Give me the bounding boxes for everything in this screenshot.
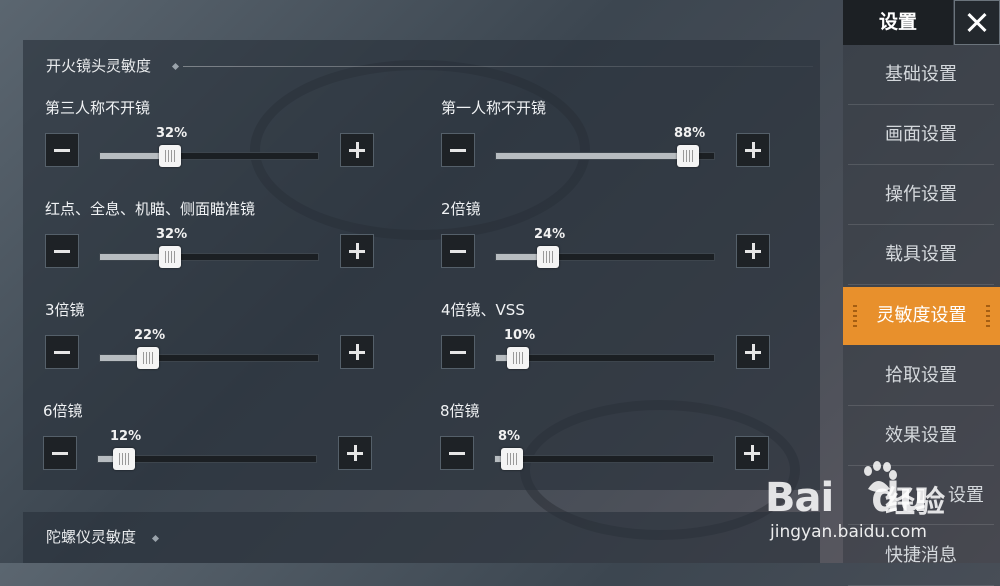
grip-icon xyxy=(165,150,175,162)
slider-value: 22% xyxy=(134,328,166,343)
increase-button[interactable] xyxy=(736,133,770,167)
minus-icon xyxy=(52,452,68,455)
increase-button[interactable] xyxy=(340,335,374,369)
slider-value: 10% xyxy=(504,328,536,343)
increase-button[interactable] xyxy=(736,335,770,369)
slider-track[interactable]: 10% xyxy=(495,328,715,369)
slider-track[interactable]: 8% xyxy=(494,429,714,470)
grip-icon xyxy=(683,150,693,162)
minus-icon xyxy=(449,452,465,455)
slider-label: 6倍镜 xyxy=(43,402,83,420)
slider-track[interactable]: 12% xyxy=(97,429,317,470)
decrease-button[interactable] xyxy=(43,436,77,470)
grip-icon xyxy=(507,453,517,465)
title-diamond-icon xyxy=(171,62,180,71)
sidebar-item-sensitivity[interactable]: 灵敏度设置 xyxy=(843,287,1000,345)
slider-thumb[interactable] xyxy=(159,145,181,167)
minus-icon xyxy=(54,250,70,253)
minus-icon xyxy=(54,351,70,354)
slider-track[interactable]: 24% xyxy=(495,227,715,268)
decrease-button[interactable] xyxy=(440,436,474,470)
slider-8x-scope: 8倍镜 8% xyxy=(440,400,800,490)
grip-icon xyxy=(143,352,153,364)
slider-3x-scope: 3倍镜 22% xyxy=(45,299,405,389)
section-title: 开火镜头灵敏度 xyxy=(46,57,152,75)
decrease-button[interactable] xyxy=(45,335,79,369)
sidebar-item-vehicle[interactable]: 载具设置 xyxy=(848,226,994,285)
fire-sensitivity-panel: 开火镜头灵敏度 第三人称不开镜 32% 第一人称不开镜 88% 红点、全息、机瞄… xyxy=(23,40,820,490)
sidebar-title: 设置 xyxy=(843,0,953,45)
minus-icon xyxy=(450,250,466,253)
slider-first-person-no-scope: 第一人称不开镜 88% xyxy=(441,97,801,187)
minus-icon xyxy=(450,149,466,152)
slider-third-person-no-scope: 第三人称不开镜 32% xyxy=(45,97,405,187)
increase-button[interactable] xyxy=(338,436,372,470)
slider-thumb[interactable] xyxy=(537,246,559,268)
grip-icon xyxy=(165,251,175,263)
slider-label: 8倍镜 xyxy=(440,402,480,420)
decrease-button[interactable] xyxy=(45,234,79,268)
minus-icon xyxy=(450,351,466,354)
slider-6x-scope: 6倍镜 12% xyxy=(43,400,403,490)
decrease-button[interactable] xyxy=(441,335,475,369)
title-divider xyxy=(183,66,813,67)
slider-value: 32% xyxy=(156,126,188,141)
slider-label: 第一人称不开镜 xyxy=(441,99,547,117)
slider-thumb[interactable] xyxy=(137,347,159,369)
slider-fill xyxy=(496,153,688,159)
slider-red-dot-holo: 红点、全息、机瞄、侧面瞄准镜 32% xyxy=(45,198,405,288)
slider-label: 3倍镜 xyxy=(45,301,85,319)
slider-value: 12% xyxy=(110,429,142,444)
increase-button[interactable] xyxy=(340,234,374,268)
slider-label: 4倍镜、VSS xyxy=(441,301,525,319)
dots-icon xyxy=(986,305,990,327)
slider-2x-scope: 2倍镜 24% xyxy=(441,198,801,288)
section-title: 陀螺仪灵敏度 xyxy=(46,528,137,546)
decrease-button[interactable] xyxy=(441,133,475,167)
grip-icon xyxy=(119,453,129,465)
slider-thumb[interactable] xyxy=(113,448,135,470)
watermark-url: jingyan.baidu.com xyxy=(770,522,927,542)
sidebar-item-basic[interactable]: 基础设置 xyxy=(848,46,994,105)
slider-label: 第三人称不开镜 xyxy=(45,99,151,117)
increase-button[interactable] xyxy=(735,436,769,470)
sidebar-item-label: 灵敏度设置 xyxy=(876,305,967,326)
slider-4x-vss: 4倍镜、VSS 10% xyxy=(441,299,801,389)
close-button[interactable] xyxy=(954,0,1000,45)
slider-thumb[interactable] xyxy=(507,347,529,369)
slider-value: 24% xyxy=(534,227,566,242)
minus-icon xyxy=(54,149,70,152)
slider-track[interactable]: 32% xyxy=(99,227,319,268)
slider-value: 8% xyxy=(498,429,521,444)
sidebar-item-graphics[interactable]: 画面设置 xyxy=(848,106,994,165)
decrease-button[interactable] xyxy=(441,234,475,268)
increase-button[interactable] xyxy=(340,133,374,167)
watermark-text: 经验 xyxy=(885,485,945,520)
gyro-sensitivity-panel: 陀螺仪灵敏度 xyxy=(23,512,820,563)
sidebar-item-pickup[interactable]: 拾取设置 xyxy=(848,347,994,406)
decrease-button[interactable] xyxy=(45,133,79,167)
title-diamond-icon xyxy=(151,534,160,543)
baidu-watermark: Bai du 经验 jingyan.baidu.com xyxy=(765,455,995,555)
slider-label: 红点、全息、机瞄、侧面瞄准镜 xyxy=(45,200,256,218)
slider-thumb[interactable] xyxy=(159,246,181,268)
grip-icon xyxy=(543,251,553,263)
sidebar-item-controls[interactable]: 操作设置 xyxy=(848,166,994,225)
slider-thumb[interactable] xyxy=(501,448,523,470)
slider-thumb[interactable] xyxy=(677,145,699,167)
increase-button[interactable] xyxy=(736,234,770,268)
slider-track[interactable]: 32% xyxy=(99,126,319,167)
grip-icon xyxy=(513,352,523,364)
dots-icon xyxy=(853,305,857,327)
slider-label: 2倍镜 xyxy=(441,200,481,218)
slider-track[interactable]: 22% xyxy=(99,328,319,369)
slider-value: 32% xyxy=(156,227,188,242)
slider-track[interactable]: 88% xyxy=(495,126,715,167)
slider-value: 88% xyxy=(674,126,706,141)
